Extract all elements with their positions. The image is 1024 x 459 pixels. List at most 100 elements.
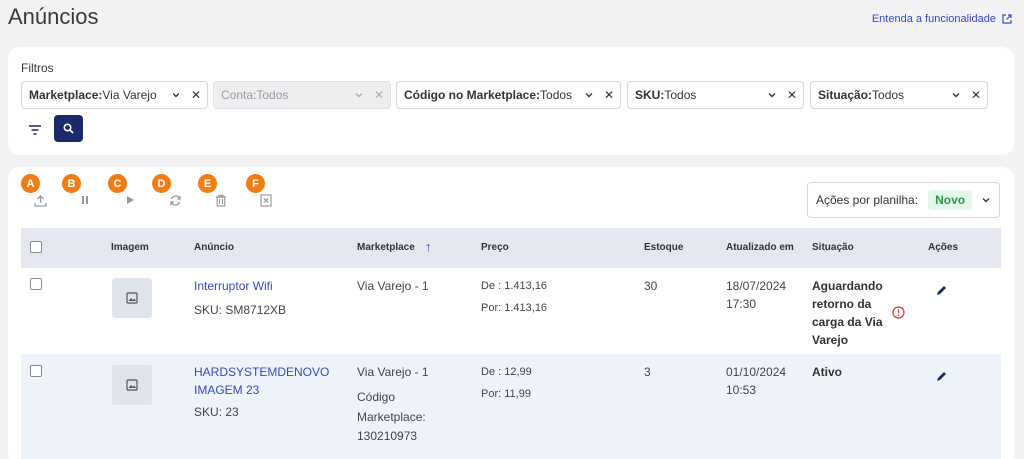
badge-f: F: [246, 174, 265, 193]
column-header-acoes: Ações: [928, 242, 959, 253]
play-icon: [127, 196, 134, 204]
play-button[interactable]: [122, 192, 138, 208]
column-header-estoque[interactable]: Estoque: [644, 242, 683, 253]
remove-button[interactable]: [258, 192, 274, 208]
badge-b: B: [62, 174, 81, 193]
filter-value: Todos: [540, 88, 573, 102]
column-header-marketplace[interactable]: Marketplace: [357, 242, 415, 253]
image-placeholder-icon: [126, 292, 138, 304]
close-box-icon: [260, 193, 272, 207]
clear-icon[interactable]: ✕: [971, 88, 981, 102]
filter-sku[interactable]: SKU: Todos ✕: [627, 81, 804, 109]
filter-value: Todos: [256, 88, 289, 102]
delete-button[interactable]: [213, 192, 229, 208]
new-tag: Novo: [928, 190, 973, 210]
filter-situacao[interactable]: Situação: Todos ✕: [810, 81, 988, 109]
filter-conta: Conta: Todos ✕: [213, 81, 391, 109]
stock-value: 3: [644, 365, 651, 379]
status-text: Aguardando retorno da carga da Via Varej…: [812, 279, 883, 347]
help-link[interactable]: Entenda a funcionalidade: [872, 13, 1012, 25]
filter-value: Todos: [872, 88, 905, 102]
filters-label: Filtros: [21, 61, 54, 75]
filter-name: SKU:: [635, 88, 665, 102]
price-de: De : 12,99: [481, 366, 532, 378]
table-row: Interruptor Wifi SKU: SM8712XB Via Varej…: [21, 268, 1001, 354]
clear-icon[interactable]: ✕: [191, 88, 201, 102]
sort-ascending-icon[interactable]: ↑: [425, 239, 432, 254]
filter-list-button[interactable]: [26, 121, 44, 139]
sync-icon: [169, 194, 181, 206]
filter-name: Código no Marketplace:: [404, 88, 541, 102]
search-button[interactable]: [54, 115, 83, 142]
chevron-down-icon[interactable]: [767, 90, 777, 100]
badge-c: C: [108, 174, 127, 193]
clear-icon[interactable]: ✕: [604, 88, 614, 102]
chevron-down-icon: [355, 93, 363, 98]
price-por: Por: 11,99: [481, 388, 531, 400]
trash-icon: [216, 194, 226, 207]
price-de: De : 1.413,16: [481, 280, 548, 292]
clear-icon[interactable]: ✕: [787, 88, 797, 102]
marketplace-code: 130210973: [357, 429, 418, 443]
chevron-down-icon[interactable]: [584, 90, 594, 100]
product-thumbnail: [112, 278, 152, 318]
help-link-label: Entenda a funcionalidade: [871, 13, 996, 25]
chevron-down-icon[interactable]: [171, 90, 181, 100]
page-title: Anúncios: [8, 4, 99, 29]
edit-pencil-icon[interactable]: [935, 285, 947, 297]
listing-sku: SKU: SM8712XB: [194, 303, 287, 317]
filter-value: Via Varejo: [102, 88, 157, 102]
product-thumbnail: [112, 365, 152, 405]
listing-marketplace: Via Varejo - 1: [357, 279, 429, 293]
listing-sku: SKU: 23: [194, 405, 239, 419]
filter-marketplace[interactable]: Marketplace: Via Varejo ✕: [21, 81, 208, 109]
updated-date: 18/07/2024: [726, 279, 787, 293]
badge-e: E: [198, 174, 217, 193]
listing-title-link[interactable]: Interruptor Wifi: [194, 277, 273, 295]
listing-table-panel: A B C D E F Ações por planilha: Novo Ima…: [8, 167, 1014, 459]
actions-spreadsheet-dropdown[interactable]: Ações por planilha: Novo: [807, 182, 1000, 218]
row-checkbox[interactable]: [30, 365, 42, 377]
status-text: Ativo: [812, 365, 842, 379]
image-placeholder-icon: [126, 379, 138, 391]
marketplace-code-label: Código Marketplace:: [357, 390, 426, 424]
filter-value: Todos: [664, 88, 697, 102]
filter-name: Situação:: [818, 88, 873, 102]
column-header-anuncio[interactable]: Anúncio: [194, 242, 234, 253]
chevron-down-icon[interactable]: [951, 90, 961, 100]
table-row: HARDSYSTEMDENOVO IMAGEM 23 SKU: 23 Via V…: [21, 354, 1001, 459]
edit-pencil-icon[interactable]: [935, 371, 947, 383]
upload-icon: [33, 194, 47, 207]
external-link-icon: [1002, 14, 1012, 24]
upload-button[interactable]: [32, 192, 48, 208]
table-header: Imagem Anúncio Marketplace ↑ Preço Estoq…: [21, 228, 1001, 268]
listing-marketplace: Via Varejo - 1: [357, 365, 429, 379]
filter-list-icon: [29, 125, 41, 135]
row-checkbox[interactable]: [30, 278, 42, 290]
select-all-checkbox[interactable]: [30, 241, 42, 253]
sync-button[interactable]: [167, 192, 183, 208]
badge-d: D: [152, 174, 171, 193]
price-por: Por: 1.413,16: [481, 302, 548, 314]
alert-circle-icon[interactable]: [892, 306, 905, 319]
listing-title-link[interactable]: HARDSYSTEMDENOVO IMAGEM 23: [194, 363, 329, 399]
updated-time: 17:30: [726, 297, 757, 311]
column-header-imagem: Imagem: [111, 242, 149, 253]
updated-date: 01/10/2024: [726, 365, 787, 379]
filter-codigo-marketplace[interactable]: Código no Marketplace: Todos ✕: [396, 81, 621, 109]
stock-value: 30: [644, 279, 658, 293]
filters-panel: Filtros Marketplace: Via Varejo ✕ Conta:…: [8, 47, 1014, 155]
chevron-down-icon: [982, 198, 990, 203]
search-icon: [63, 123, 74, 134]
badge-a: A: [21, 174, 40, 193]
column-header-atualizado[interactable]: Atualizado em: [726, 242, 794, 253]
pause-button[interactable]: [77, 192, 93, 208]
pause-icon: [82, 196, 88, 204]
updated-time: 10:53: [726, 383, 757, 397]
actions-spreadsheet-label: Ações por planilha:: [816, 193, 919, 207]
column-header-preco[interactable]: Preço: [481, 242, 509, 253]
filter-name: Conta:: [221, 88, 257, 102]
clear-icon: ✕: [373, 88, 384, 102]
filter-name: Marketplace:: [29, 88, 103, 102]
column-header-situacao[interactable]: Situação: [812, 242, 854, 253]
